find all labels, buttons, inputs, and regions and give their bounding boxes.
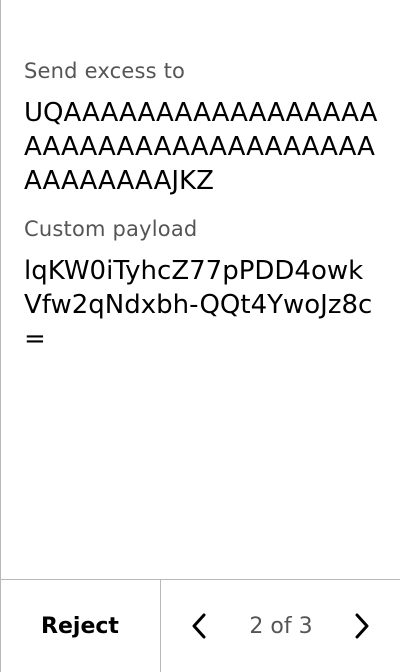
review-fields: Send excess to UQAAAAAAAAAAAAAAAAAAAAAAA…: [24, 56, 380, 356]
send-excess-address: UQAAAAAAAAAAAAAAAAAAAAAAAAAAAAAAAAAAAAAA…: [24, 98, 378, 196]
action-footer: Reject 2 of 3: [0, 579, 400, 672]
pager: 2 of 3: [161, 580, 400, 672]
custom-payload-value: lqKW0iTyhcZ77pPDD4owkVfw2qNdxbh-QQt4YwoJ…: [24, 256, 373, 354]
chevron-right-icon[interactable]: [341, 606, 381, 646]
send-excess-label: Send excess to: [24, 59, 186, 83]
reject-button[interactable]: Reject: [0, 580, 160, 672]
custom-payload-label: Custom payload: [24, 217, 198, 241]
frame-edge: [0, 0, 1, 672]
chevron-left-icon[interactable]: [180, 606, 220, 646]
page-indicator: 2 of 3: [249, 613, 313, 639]
